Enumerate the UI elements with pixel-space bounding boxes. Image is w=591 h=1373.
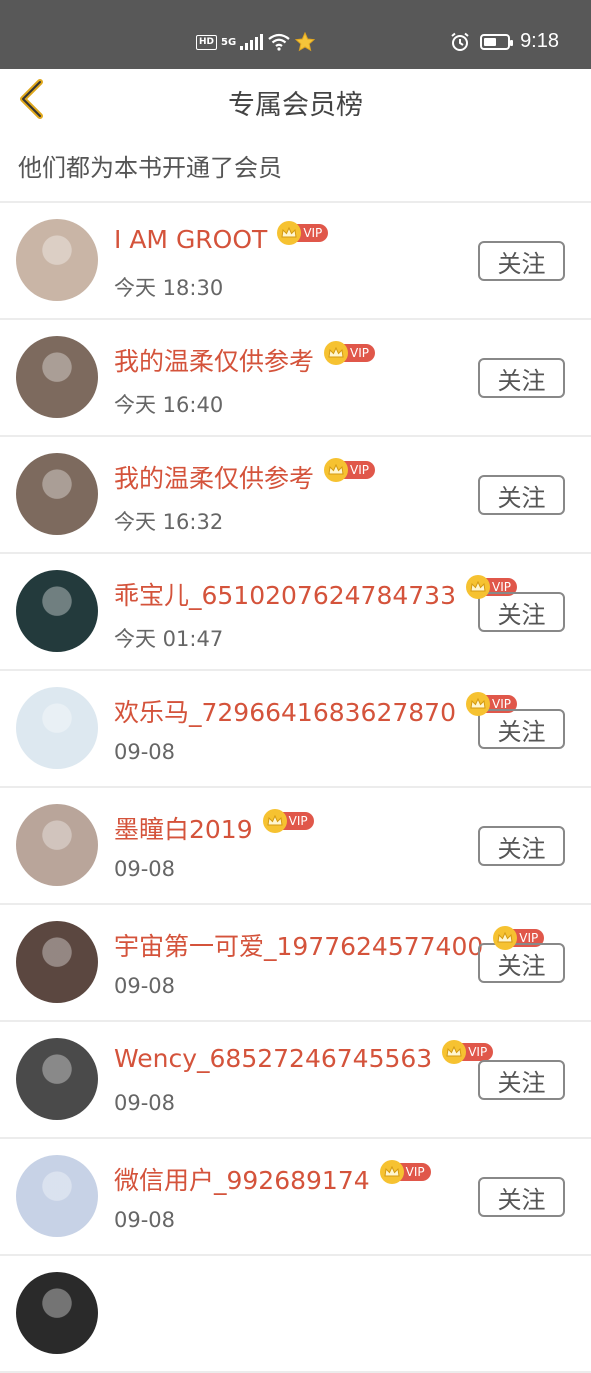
member-row: Wency_68527246745563 VIP 09-08 关注	[0, 1022, 591, 1139]
member-name[interactable]: I AM GROOT	[114, 225, 267, 254]
avatar[interactable]	[16, 1038, 98, 1120]
member-row: 墨瞳白2019 VIP 09-08 关注	[0, 788, 591, 905]
page-title: 专属会员榜	[228, 90, 363, 121]
avatar[interactable]	[16, 336, 98, 418]
follow-button[interactable]: 关注	[478, 592, 565, 632]
member-time: 今天 16:40	[114, 393, 224, 417]
name-line: Wency_68527246745563 VIP	[114, 1039, 494, 1073]
member-time: 09-08	[114, 974, 176, 998]
follow-button[interactable]: 关注	[478, 943, 565, 983]
member-name[interactable]: Wency_68527246745563	[114, 1044, 432, 1073]
avatar[interactable]	[16, 570, 98, 652]
nav-bar: 专属会员榜	[0, 69, 591, 139]
follow-button[interactable]: 关注	[478, 241, 565, 281]
crown-icon	[324, 458, 349, 482]
avatar[interactable]	[16, 921, 98, 1003]
hd-badge: HD	[196, 34, 218, 50]
follow-button[interactable]: 关注	[478, 826, 565, 866]
member-row: 我的温柔仅供参考 VIP 今天 16:40 关注	[0, 320, 591, 437]
crown-icon	[379, 1160, 404, 1184]
avatar[interactable]	[16, 453, 98, 535]
crown-icon	[277, 220, 302, 245]
page-subtitle: 他们都为本书开通了会员	[18, 154, 282, 182]
member-time: 今天 01:47	[114, 627, 224, 651]
name-line: I AM GROOT VIP	[114, 220, 329, 254]
vip-badge: VIP	[277, 220, 329, 245]
battery-icon	[480, 33, 514, 50]
member-name[interactable]: 微信用户_992689174	[114, 1161, 370, 1197]
crown-icon	[442, 1039, 467, 1064]
crown-icon	[324, 341, 349, 365]
member-row: 宇宙第一可爱_1977624577400 VIP 09-08 关注	[0, 905, 591, 1022]
clock: 9:18	[520, 30, 559, 52]
vip-badge: VIP	[324, 458, 375, 482]
member-time: 今天 16:32	[114, 510, 224, 534]
member-row: I AM GROOT VIP 今天 18:30 关注	[0, 203, 591, 320]
member-name[interactable]: 墨瞳白2019	[114, 810, 253, 846]
name-line: 乖宝儿_6510207624784733 VIP	[114, 575, 517, 612]
follow-button[interactable]: 关注	[478, 358, 565, 398]
member-row: 乖宝儿_6510207624784733 VIP 今天 01:47 关注	[0, 554, 591, 671]
network-indicators: HD 5G	[196, 32, 316, 52]
name-line: 我的温柔仅供参考 VIP	[114, 341, 375, 378]
crown-icon	[262, 809, 287, 833]
alarm-icon	[451, 32, 469, 51]
avatar[interactable]	[16, 687, 98, 769]
vip-badge: VIP	[262, 809, 314, 833]
status-bar: HD 5G 9:18	[0, 0, 591, 69]
network-type: 5G	[221, 36, 237, 48]
vip-badge: VIP	[324, 341, 375, 365]
name-line: 我的温柔仅供参考 VIP	[114, 458, 375, 495]
follow-button[interactable]: 关注	[478, 1060, 565, 1100]
member-name[interactable]: 我的温柔仅供参考	[114, 342, 314, 378]
member-name[interactable]: 我的温柔仅供参考	[114, 459, 314, 495]
member-name[interactable]: 欢乐马_7296641683627870	[114, 693, 456, 729]
star-icon	[295, 32, 316, 52]
crown-icon	[466, 575, 490, 599]
follow-button[interactable]: 关注	[478, 475, 565, 515]
member-time: 09-08	[114, 1208, 176, 1232]
name-line: 欢乐马_7296641683627870 VIP	[114, 692, 517, 729]
member-row: 微信用户_992689174 VIP 09-08 关注	[0, 1139, 591, 1256]
member-time: 09-08	[114, 740, 176, 764]
status-right: 9:18	[450, 30, 559, 53]
signal-icon	[240, 34, 264, 50]
name-line: 微信用户_992689174 VIP	[114, 1160, 431, 1197]
member-time: 09-08	[114, 1091, 176, 1115]
crown-icon	[466, 692, 490, 716]
avatar[interactable]	[16, 1272, 98, 1354]
vip-badge: VIP	[379, 1160, 431, 1184]
member-list: I AM GROOT VIP 今天 18:30 关注 我的温柔仅供参考 VIP …	[0, 203, 591, 1373]
member-name[interactable]: 乖宝儿_6510207624784733	[114, 576, 456, 612]
member-row: 我的温柔仅供参考 VIP 今天 16:32 关注	[0, 437, 591, 554]
member-row: 欢乐马_7296641683627870 VIP 09-08 关注	[0, 671, 591, 788]
member-time: 今天 18:30	[114, 276, 224, 300]
wifi-icon	[268, 33, 290, 51]
member-time: 09-08	[114, 857, 176, 881]
name-line: 墨瞳白2019 VIP	[114, 809, 314, 846]
follow-button[interactable]: 关注	[478, 709, 565, 749]
follow-button[interactable]: 关注	[478, 1177, 565, 1217]
avatar[interactable]	[16, 219, 98, 301]
member-name[interactable]: 宇宙第一可爱_1977624577400	[114, 927, 483, 963]
avatar[interactable]	[16, 804, 98, 886]
avatar[interactable]	[16, 1155, 98, 1237]
battery-level	[484, 37, 497, 46]
member-row: VIP 关注	[0, 1256, 591, 1373]
